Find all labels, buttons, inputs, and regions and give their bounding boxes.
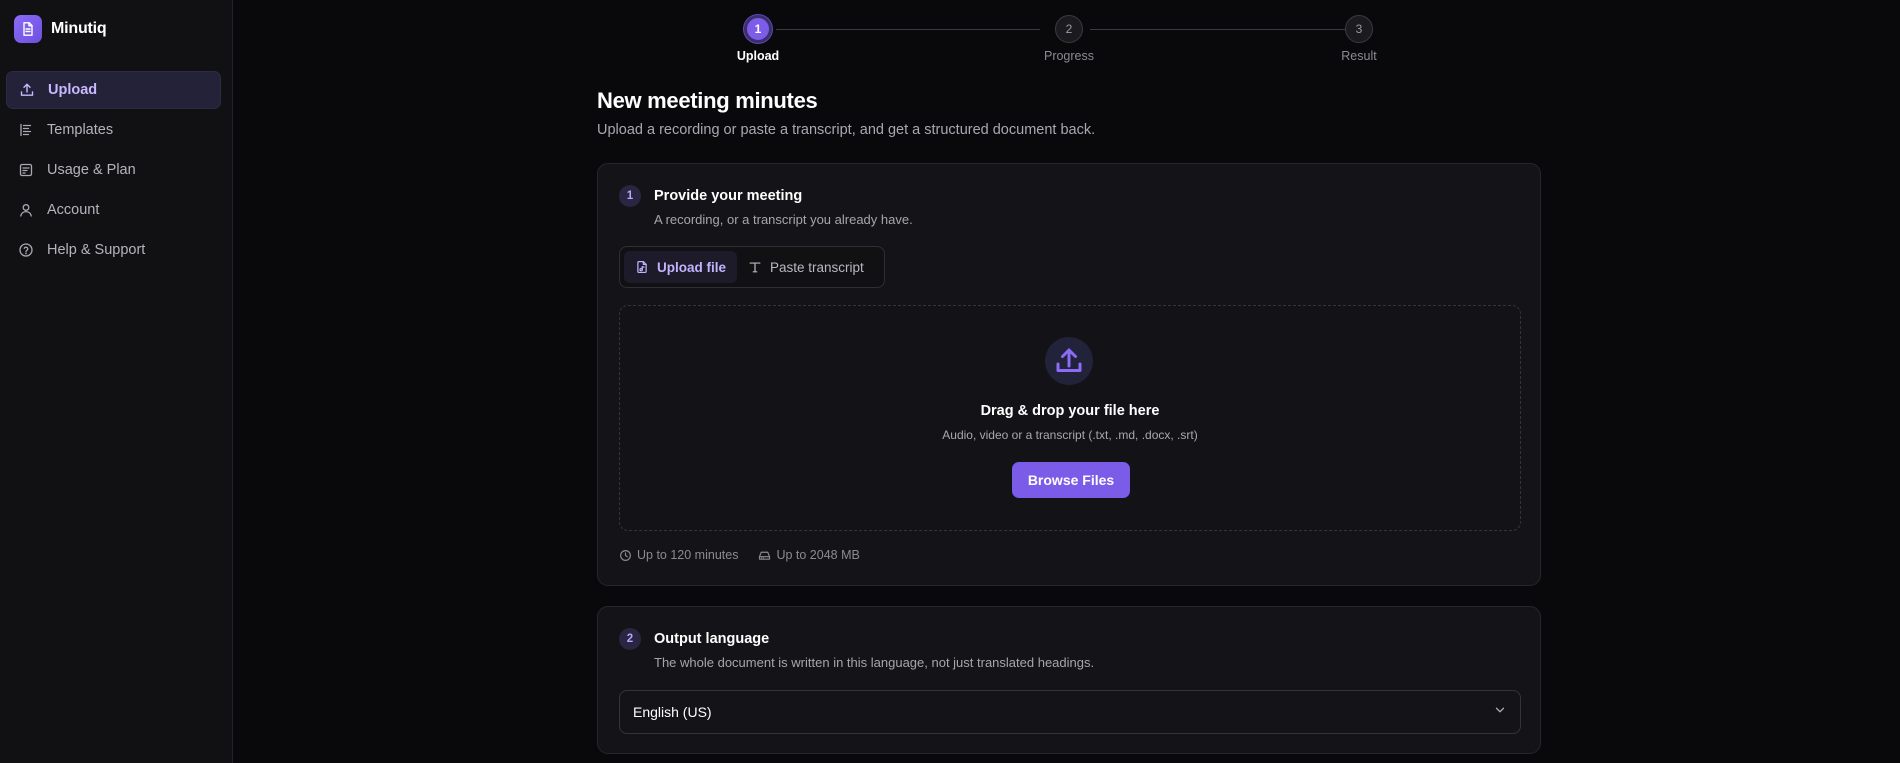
provide-meeting-card: 1 Provide your meeting A recording, or a… (597, 163, 1541, 586)
sidebar-item-help-support[interactable]: Help & Support (6, 231, 221, 269)
app-root: Minutiq Upload Templates Usage & Plan Ac… (0, 0, 1900, 763)
app-logo-icon (14, 15, 42, 43)
section-number-badge: 2 (619, 628, 641, 650)
tab-paste-transcript[interactable]: Paste transcript (737, 251, 875, 283)
hard-drive-icon (758, 549, 771, 562)
step-label: Progress (1043, 49, 1095, 63)
sidebar-item-label: Upload (48, 82, 98, 98)
input-mode-tabs: Upload file Paste transcript (619, 246, 885, 288)
app-name: Minutiq (51, 20, 107, 37)
section-title: Provide your meeting (654, 188, 803, 204)
file-audio-icon (635, 260, 649, 274)
sidebar-item-templates[interactable]: Templates (6, 111, 221, 149)
brand[interactable]: Minutiq (14, 15, 107, 43)
step-number: 2 (1055, 15, 1083, 43)
help-circle-icon (16, 240, 36, 260)
step-label: Upload (736, 49, 780, 63)
selected-language: English (US) (633, 704, 712, 720)
user-icon (16, 200, 36, 220)
tab-upload-file[interactable]: Upload file (624, 251, 738, 283)
step-label: Result (1341, 49, 1377, 63)
sidebar-item-label: Account (47, 202, 100, 218)
sidebar-item-label: Templates (47, 122, 114, 138)
output-language-select[interactable]: English (US) (619, 690, 1521, 734)
page-title: New meeting minutes (597, 88, 818, 113)
browse-files-button[interactable]: Browse Files (1012, 462, 1130, 498)
sidebar-item-upload[interactable]: Upload (6, 71, 221, 109)
chevron-down-icon (1493, 703, 1507, 722)
size-limit-text: Up to 2048 MB (776, 548, 860, 562)
duration-limit-text: Up to 120 minutes (637, 548, 739, 562)
upload-limits: Up to 120 minutes Up to 2048 MB (619, 548, 880, 562)
output-language-card: 2 Output language The whole document is … (597, 606, 1541, 754)
upload-icon (17, 80, 37, 100)
receipt-icon (16, 160, 36, 180)
step-number: 1 (744, 15, 772, 43)
stepper-connector (776, 29, 1040, 30)
sidebar-item-label: Usage & Plan (47, 162, 136, 178)
dropzone-title: Drag & drop your file here (980, 403, 1160, 419)
progress-stepper: 1 Upload 2 Progress 3 Result (718, 15, 1400, 67)
step-number: 3 (1345, 15, 1373, 43)
tab-label: Upload file (657, 259, 727, 275)
file-dropzone[interactable]: Drag & drop your file here Audio, video … (619, 305, 1521, 531)
clock-icon (619, 549, 632, 562)
sidebar: Minutiq Upload Templates Usage & Plan Ac… (0, 0, 233, 763)
templates-icon (16, 120, 36, 140)
size-limit: Up to 2048 MB (758, 548, 860, 562)
upload-cloud-icon (1045, 337, 1093, 385)
text-icon (748, 260, 762, 274)
page-subtitle: Upload a recording or paste a transcript… (597, 122, 1096, 138)
sidebar-item-account[interactable]: Account (6, 191, 221, 229)
step-result: 3 Result (1319, 15, 1399, 63)
sidebar-nav: Upload Templates Usage & Plan Account He… (6, 71, 221, 271)
section-description: A recording, or a transcript you already… (654, 212, 913, 227)
section-title: Output language (654, 631, 770, 647)
step-progress: 2 Progress (1029, 15, 1109, 63)
tab-label: Paste transcript (770, 259, 864, 275)
sidebar-item-label: Help & Support (47, 242, 146, 258)
step-upload: 1 Upload (718, 15, 798, 63)
dropzone-subtitle: Audio, video or a transcript (.txt, .md,… (942, 428, 1198, 442)
duration-limit: Up to 120 minutes (619, 548, 738, 562)
section-description: The whole document is written in this la… (654, 655, 1095, 670)
sidebar-item-usage-plan[interactable]: Usage & Plan (6, 151, 221, 189)
section-number-badge: 1 (619, 185, 641, 207)
